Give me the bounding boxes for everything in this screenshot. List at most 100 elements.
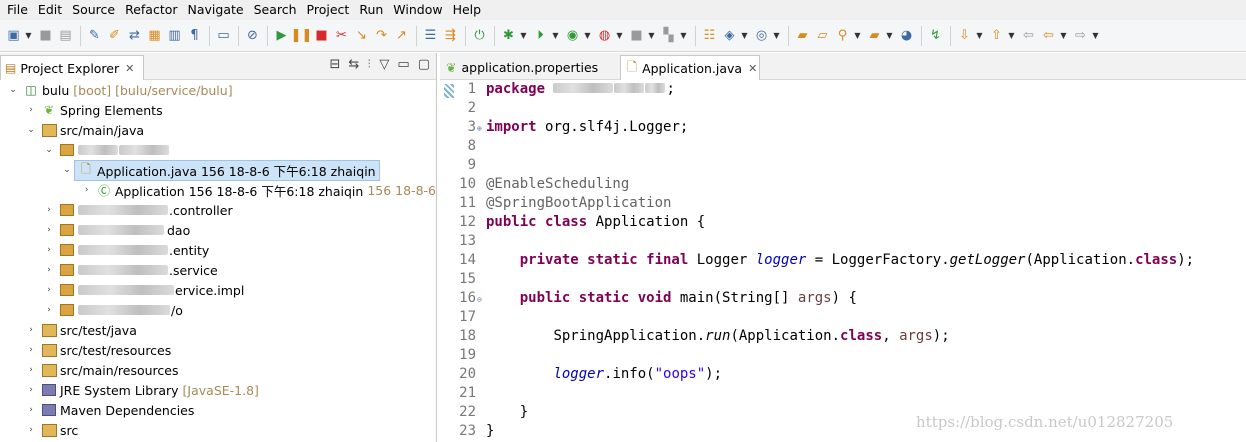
menu-search[interactable]: Search bbox=[249, 0, 302, 20]
new-class-icon[interactable]: ◎ bbox=[752, 25, 771, 47]
tab-application-java[interactable]: 🗋 Application.java ✕ bbox=[620, 55, 760, 80]
deploy-dropdown-icon[interactable]: ▼ bbox=[679, 31, 688, 40]
close-icon[interactable]: ✕ bbox=[125, 62, 134, 75]
tab-application-properties[interactable]: ❦ application.properties bbox=[440, 55, 618, 80]
chevron-right-icon[interactable]: › bbox=[24, 425, 38, 435]
code-editor[interactable]: 1 2 3 8 9 10 11 12 13 14 15 16 17 18 19 … bbox=[440, 81, 1246, 442]
chevron-down-icon[interactable]: ⌄ bbox=[60, 165, 74, 175]
chevron-right-icon[interactable]: › bbox=[42, 245, 56, 255]
chevron-down-icon[interactable]: ⌄ bbox=[6, 85, 20, 95]
terminate-icon[interactable]: ■ bbox=[312, 25, 331, 47]
fold-collapse-icon[interactable]: ⊖ bbox=[477, 295, 482, 304]
chevron-right-icon[interactable]: › bbox=[80, 185, 93, 195]
chevron-right-icon[interactable]: › bbox=[42, 265, 56, 275]
next-annotation-dropdown-icon[interactable]: ▼ bbox=[975, 31, 984, 40]
last-edit-icon[interactable]: ↯ bbox=[926, 25, 945, 47]
link-with-editor-icon[interactable]: ⇆ bbox=[348, 57, 359, 72]
menu-file[interactable]: File bbox=[2, 0, 33, 20]
chevron-down-icon[interactable]: ⌄ bbox=[42, 145, 56, 155]
new-class-dropdown-icon[interactable]: ▼ bbox=[772, 31, 781, 40]
run-dropdown-icon[interactable]: ▼ bbox=[551, 31, 560, 40]
tree-item-service[interactable]: › .service bbox=[0, 260, 436, 280]
tree-item-maven[interactable]: › Maven Dependencies bbox=[0, 400, 436, 420]
fold-expand-icon[interactable]: ⊕ bbox=[477, 124, 482, 133]
chevron-right-icon[interactable]: › bbox=[24, 385, 38, 395]
maximize-icon[interactable]: ▢ bbox=[418, 57, 430, 72]
new-icon[interactable]: ▣ bbox=[4, 25, 23, 47]
tree-item-src-test-java[interactable]: › src/test/java bbox=[0, 320, 436, 340]
back-history-icon[interactable]: ⇦ bbox=[1019, 25, 1038, 47]
chevron-right-icon[interactable]: › bbox=[42, 305, 56, 315]
tree-item-project[interactable]: ⌄ ◫ bulu [boot] [bulu/service/bulu] bbox=[0, 80, 436, 100]
paragraph-icon[interactable]: ¶ bbox=[185, 25, 204, 47]
server-dropdown-icon[interactable]: ▼ bbox=[647, 31, 656, 40]
use-step-filters-icon[interactable]: ⇶ bbox=[441, 25, 460, 47]
save-all-icon[interactable]: ▤ bbox=[56, 25, 75, 47]
tab-project-explorer[interactable]: ▤ Project Explorer ✕ bbox=[0, 55, 144, 80]
minimize-icon[interactable]: ▭ bbox=[397, 57, 409, 72]
drop-to-frame-icon[interactable]: ☰ bbox=[421, 25, 440, 47]
run-icon[interactable]: ⏵ bbox=[531, 25, 550, 47]
show-source-icon[interactable]: ▥ bbox=[165, 25, 184, 47]
save-icon[interactable]: ■ bbox=[36, 25, 55, 47]
collapse-all-icon[interactable]: ⊟ bbox=[329, 57, 340, 72]
tree-item-controller[interactable]: › .controller bbox=[0, 200, 436, 220]
tree-item-src-main-java[interactable]: ⌄ src/main/java bbox=[0, 120, 436, 140]
globe-icon[interactable]: ◕ bbox=[897, 25, 916, 47]
menu-source[interactable]: Source bbox=[67, 0, 120, 20]
coverage-dropdown-icon[interactable]: ▼ bbox=[583, 31, 592, 40]
previous-annotation-dropdown-icon[interactable]: ▼ bbox=[1007, 31, 1016, 40]
chevron-right-icon[interactable]: › bbox=[24, 325, 38, 335]
menu-project[interactable]: Project bbox=[302, 0, 355, 20]
highlight-icon[interactable]: ✐ bbox=[105, 25, 124, 47]
back-icon[interactable]: ⇦ bbox=[1039, 25, 1058, 47]
tree-item-src-main-resources[interactable]: › src/main/resources bbox=[0, 360, 436, 380]
view-menu-icon[interactable]: ▽ bbox=[379, 57, 389, 72]
new-java-dropdown-icon[interactable]: ▼ bbox=[740, 31, 749, 40]
console-icon[interactable]: ▭ bbox=[214, 25, 233, 47]
resume-icon[interactable]: ▶ bbox=[272, 25, 291, 47]
open-resource-icon[interactable]: ▰ bbox=[865, 25, 884, 47]
tree-item-dao[interactable]: › dao bbox=[0, 220, 436, 240]
chevron-right-icon[interactable]: › bbox=[24, 345, 38, 355]
debug-icon[interactable]: ✱ bbox=[499, 25, 518, 47]
tree-item-entity[interactable]: › .entity bbox=[0, 240, 436, 260]
chevron-down-icon[interactable]: ⌄ bbox=[24, 125, 38, 135]
external-tools-dropdown-icon[interactable]: ▼ bbox=[615, 31, 624, 40]
tree-item-package[interactable]: ⌄ bbox=[0, 140, 436, 160]
tree-item-application-java[interactable]: ⌄ 🗋 Application.java 156 18-8-6 下午6:18 z… bbox=[0, 159, 436, 181]
menu-navigate[interactable]: Navigate bbox=[183, 0, 249, 20]
deploy-icon[interactable]: ▚ bbox=[659, 25, 678, 47]
tree-item-service-impl[interactable]: › ervice.impl bbox=[0, 280, 436, 300]
open-type-icon[interactable]: ▰ bbox=[793, 25, 812, 47]
open-resource-dropdown-icon[interactable]: ▼ bbox=[885, 31, 894, 40]
block-select-icon[interactable]: ⇄ bbox=[125, 25, 144, 47]
menu-refactor[interactable]: Refactor bbox=[120, 0, 182, 20]
tree-item-vo[interactable]: › /o bbox=[0, 300, 436, 320]
skip-breakpoints-icon[interactable]: ⊘ bbox=[243, 25, 262, 47]
step-into-icon[interactable]: ↘ bbox=[352, 25, 371, 47]
tree-item-jre[interactable]: › JRE System Library [JavaSE-1.8] bbox=[0, 380, 436, 400]
chevron-right-icon[interactable]: › bbox=[24, 365, 38, 375]
tree-item-src-test-resources[interactable]: › src/test/resources bbox=[0, 340, 436, 360]
menu-edit[interactable]: Edit bbox=[33, 0, 67, 20]
debug-dropdown-icon[interactable]: ▼ bbox=[519, 31, 528, 40]
external-tools-icon[interactable]: ◍ bbox=[595, 25, 614, 47]
new-java-project-icon[interactable]: ◈ bbox=[720, 25, 739, 47]
search-icon[interactable]: ⚲ bbox=[833, 25, 852, 47]
disconnect-icon[interactable]: ✂ bbox=[332, 25, 351, 47]
server-icon[interactable]: ■ bbox=[627, 25, 646, 47]
whitespace-icon[interactable]: ▦ bbox=[145, 25, 164, 47]
tree-item-spring-elements[interactable]: › ❦ Spring Elements bbox=[0, 100, 436, 120]
chevron-right-icon[interactable]: › bbox=[24, 105, 38, 115]
forward-icon[interactable]: ⇨ bbox=[1071, 25, 1090, 47]
chevron-right-icon[interactable]: › bbox=[42, 285, 56, 295]
open-task-icon[interactable]: ☷ bbox=[700, 25, 719, 47]
suspend-icon[interactable]: ❚❚ bbox=[291, 25, 313, 47]
tree-item-src[interactable]: › src bbox=[0, 420, 436, 440]
filter-icon[interactable]: ⁝ bbox=[367, 57, 371, 72]
chevron-right-icon[interactable]: › bbox=[42, 225, 56, 235]
menu-help[interactable]: Help bbox=[448, 0, 487, 20]
step-return-icon[interactable]: ↗ bbox=[392, 25, 411, 47]
close-icon[interactable]: ✕ bbox=[748, 62, 757, 75]
